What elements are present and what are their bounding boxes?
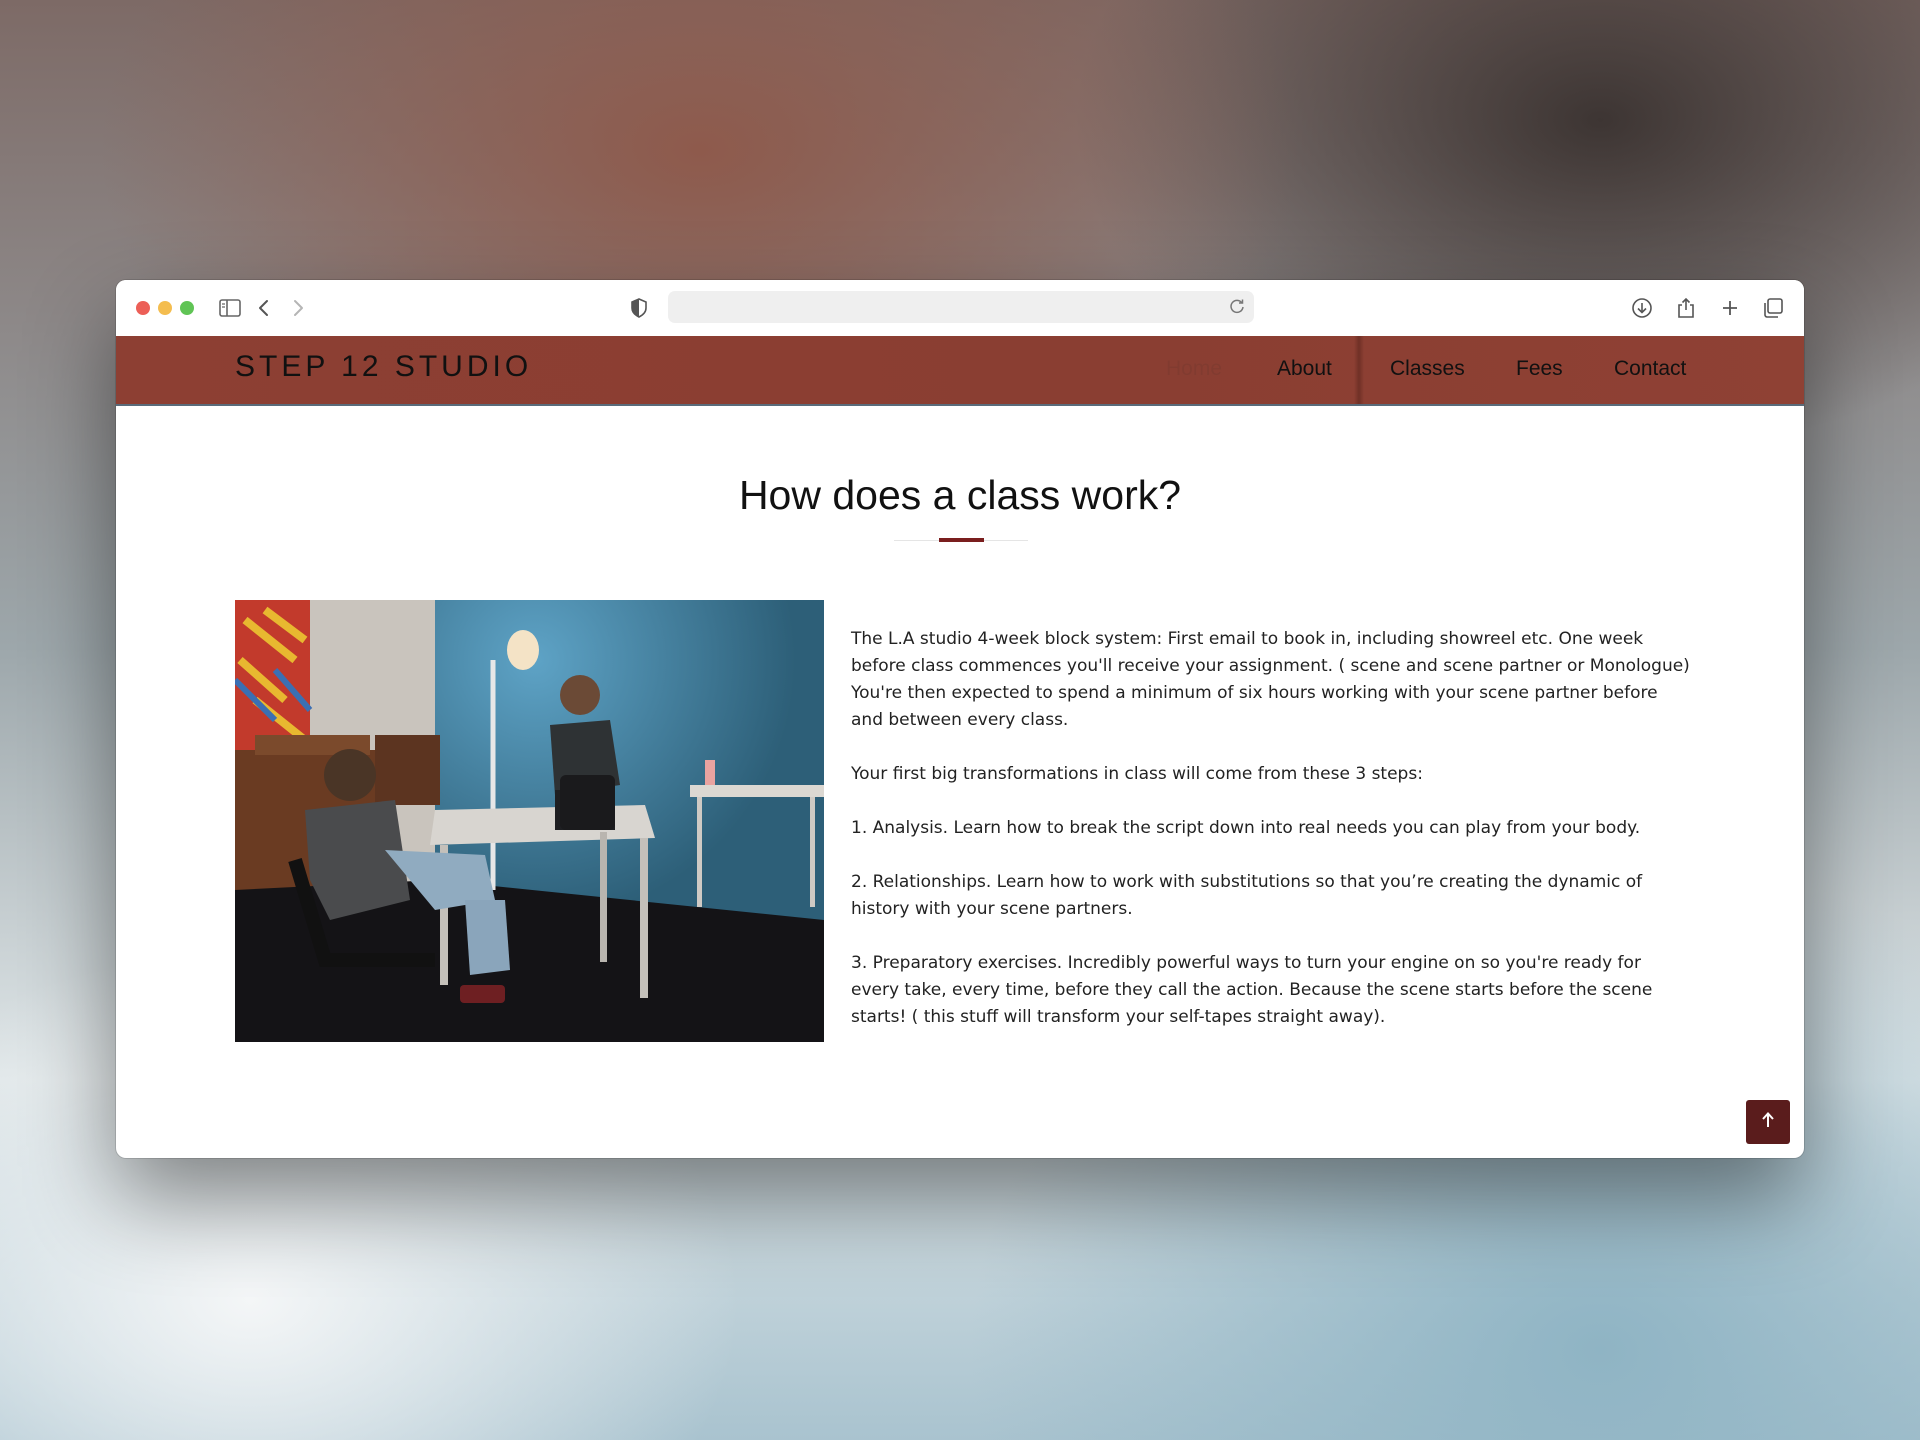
new-tab-icon[interactable]: [1716, 294, 1744, 322]
class-photo: [235, 600, 824, 1042]
back-to-top-button[interactable]: [1746, 1100, 1790, 1144]
close-window-button[interactable]: [136, 301, 150, 315]
class-description: The L.A studio 4-week block system: Firs…: [851, 626, 1691, 1058]
back-icon[interactable]: [250, 294, 278, 322]
shield-icon[interactable]: [625, 294, 653, 322]
paragraph-block-system: The L.A studio 4-week block system: Firs…: [851, 629, 1690, 730]
paragraph-step-preparatory: 3. Preparatory exercises. Incredibly pow…: [851, 953, 1653, 1027]
share-icon[interactable]: [1672, 294, 1700, 322]
paragraph-step-relationships: 2. Relationships. Learn how to work with…: [851, 872, 1643, 919]
nav-divider: [1354, 336, 1364, 404]
section-heading: How does a class work?: [738, 472, 1182, 518]
zoom-window-button[interactable]: [180, 301, 194, 315]
forward-icon[interactable]: [284, 294, 312, 322]
nav-classes[interactable]: Classes: [1390, 357, 1465, 381]
address-bar[interactable]: [668, 291, 1254, 323]
site-logo[interactable]: STEP 12 STUDIO: [235, 350, 532, 384]
tabs-overview-icon[interactable]: [1759, 294, 1787, 322]
sidebar-icon[interactable]: [216, 294, 244, 322]
browser-toolbar: [116, 280, 1804, 337]
paragraph-steps-intro: Your first big transformations in class …: [851, 764, 1423, 784]
paragraph-step-analysis: 1. Analysis. Learn how to break the scri…: [851, 818, 1641, 838]
heading-accent-bar: [939, 538, 984, 542]
nav-home[interactable]: Home: [1166, 357, 1222, 381]
download-icon[interactable]: [1628, 294, 1656, 322]
nav-fees[interactable]: Fees: [1516, 357, 1563, 381]
minimize-window-button[interactable]: [158, 301, 172, 315]
browser-window: STEP 12 STUDIO Home About Classes Fees C…: [116, 280, 1804, 1158]
nav-about[interactable]: About: [1277, 357, 1332, 381]
arrow-up-icon: [1760, 1111, 1776, 1133]
reload-icon[interactable]: [1226, 295, 1248, 321]
site-header: STEP 12 STUDIO Home About Classes Fees C…: [116, 336, 1804, 406]
nav-contact[interactable]: Contact: [1614, 357, 1686, 381]
